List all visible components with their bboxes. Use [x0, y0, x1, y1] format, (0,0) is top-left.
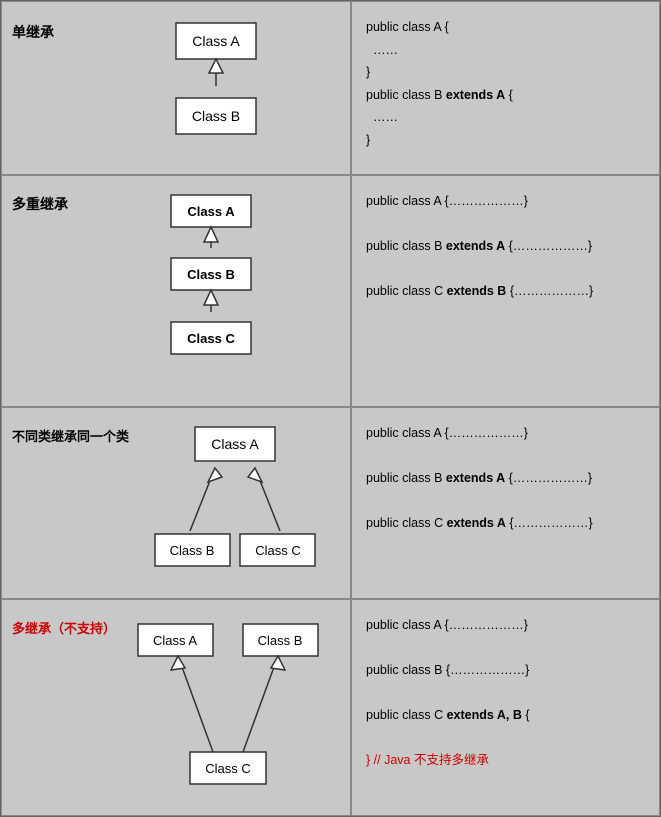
- row1-classA-label: Class A: [192, 33, 240, 49]
- row1-code3: }: [366, 61, 645, 84]
- svg-text:Class C: Class C: [205, 761, 251, 776]
- row1-svg: Class A Class B: [156, 18, 276, 158]
- svg-text:Class C: Class C: [255, 543, 301, 558]
- row3-code-cell: public class A {………………} public class B e…: [351, 407, 660, 599]
- row2-diagram: Class A Class B Class C: [82, 190, 340, 390]
- row3-svg: Class A Class B Class C: [150, 422, 320, 582]
- row2-code3: public class C extends B {………………}: [366, 280, 645, 303]
- row4-code-blank3: [366, 727, 645, 750]
- row1-code1: public class A {: [366, 16, 645, 39]
- row4-code-blank1: [366, 637, 645, 660]
- svg-text:Class C: Class C: [187, 331, 235, 346]
- row1-code4: public class B extends A {: [366, 84, 645, 107]
- row4-label: 多继承（不支持）: [12, 614, 116, 637]
- row1-diagram: Class A Class B: [92, 18, 340, 158]
- svg-text:Class A: Class A: [211, 436, 259, 452]
- row2-diagram-cell: 多重继承 Class A Class B Class C: [1, 175, 351, 407]
- row3-code-blank1: [366, 445, 645, 468]
- row1-label: 单继承: [12, 18, 92, 42]
- row3-code2: public class B extends A {………………}: [366, 467, 645, 490]
- row2-code-blank1: [366, 213, 645, 236]
- row4-code2: public class B {………………}: [366, 659, 645, 682]
- row2-code-cell: public class A {………………} public class B e…: [351, 175, 660, 407]
- row3-code-blank2: [366, 490, 645, 513]
- row1-diagram-cell: 单继承 Class A Class B: [1, 1, 351, 175]
- row4-code-cell: public class A {………………} public class B {…: [351, 599, 660, 816]
- row4-code3: public class C extends A, B {: [366, 704, 645, 727]
- row2-svg: Class A Class B Class C: [151, 190, 271, 390]
- row2-code-blank2: [366, 258, 645, 281]
- row2-code1: public class A {………………}: [366, 190, 645, 213]
- row4-code-blank2: [366, 682, 645, 705]
- row2-code2: public class B extends A {………………}: [366, 235, 645, 258]
- row3-diagram-cell: 不同类继承同一个类 Class A Class B Class C: [1, 407, 351, 599]
- svg-text:Class B: Class B: [169, 543, 214, 558]
- row4-code1: public class A {………………}: [366, 614, 645, 637]
- row1-code5: ……: [366, 106, 645, 129]
- main-grid: 单继承 Class A Class B public class A { …… …: [0, 0, 661, 817]
- svg-text:Class B: Class B: [258, 633, 303, 648]
- row3-label: 不同类继承同一个类: [12, 422, 129, 445]
- row3-code3: public class C extends A {………………}: [366, 512, 645, 535]
- row1-code6: }: [366, 129, 645, 152]
- row1-code-cell: public class A { …… } public class B ext…: [351, 1, 660, 175]
- row1-classB-label: Class B: [192, 108, 240, 124]
- row4-diagram-cell: 多继承（不支持） Class A Class B Class C: [1, 599, 351, 816]
- row4-code4: } // Java 不支持多继承: [366, 749, 645, 772]
- svg-text:Class A: Class A: [153, 633, 197, 648]
- row3-code1: public class A {………………}: [366, 422, 645, 445]
- svg-text:Class A: Class A: [187, 204, 235, 219]
- row2-label: 多重继承: [12, 190, 82, 214]
- row1-code2: ……: [366, 39, 645, 62]
- row4-svg: Class A Class B Class C: [133, 614, 323, 799]
- row4-diagram: Class A Class B Class C: [116, 614, 340, 799]
- svg-text:Class B: Class B: [187, 267, 235, 282]
- row3-diagram: Class A Class B Class C: [129, 422, 340, 582]
